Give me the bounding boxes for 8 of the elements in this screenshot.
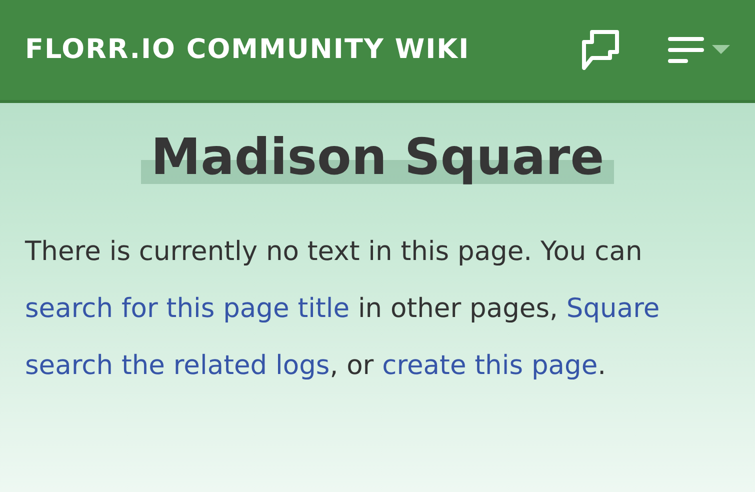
menu-button[interactable] bbox=[668, 35, 730, 65]
caret-icon[interactable] bbox=[712, 45, 730, 55]
text-link[interactable]: search for this page title bbox=[25, 293, 350, 324]
text-link[interactable]: Square bbox=[566, 293, 660, 324]
text-link[interactable]: create this page bbox=[382, 350, 598, 381]
missing-page-message: There is currently no text in this page. You can search for this page title in other pages, Square search the related logs, or create this page. bbox=[24, 235, 661, 383]
text-link[interactable]: search the related logs bbox=[25, 350, 330, 381]
chat-icon[interactable] bbox=[580, 30, 620, 70]
